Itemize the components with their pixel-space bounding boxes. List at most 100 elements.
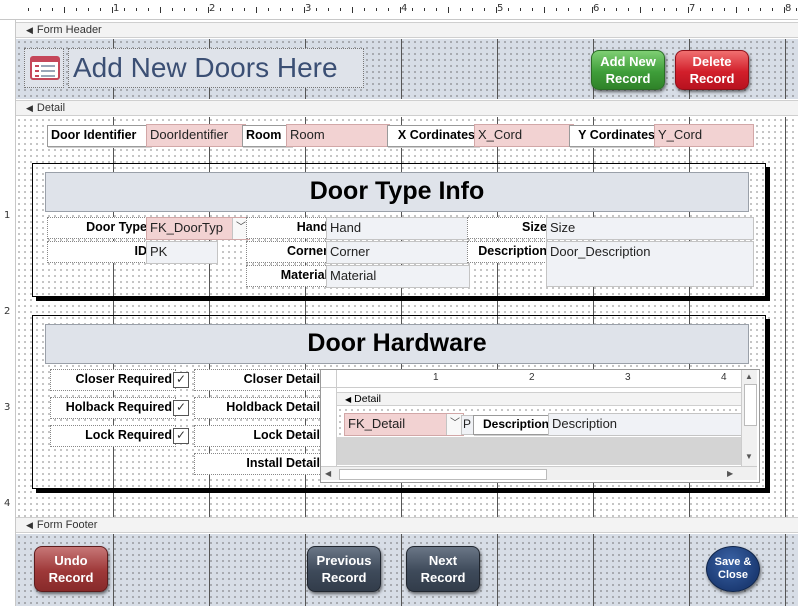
subform-detail-bar[interactable]: ◀ Detail <box>337 392 741 406</box>
scroll-right-icon[interactable]: ▶ <box>727 467 733 480</box>
ruler-tick <box>328 8 329 11</box>
ruler-tick <box>244 8 245 11</box>
ruler-tick <box>280 8 281 11</box>
door-description-field[interactable]: Door_Description <box>546 241 754 287</box>
ruler-tick <box>64 7 65 13</box>
section-grip-icon: ◀ <box>26 25 33 35</box>
scrollbar-thumb[interactable] <box>339 469 547 480</box>
ruler-label: 4 <box>401 3 408 14</box>
door-type-label: Door Type <box>47 217 151 239</box>
scrollbar-thumb[interactable] <box>744 384 757 426</box>
ruler-tick <box>376 8 377 11</box>
ruler-tick <box>136 8 137 11</box>
ruler-label: 3 <box>305 3 312 14</box>
subform-ruler: 1 2 3 4 <box>337 370 741 388</box>
id-field[interactable]: PK <box>146 241 218 264</box>
ruler-tick <box>712 8 713 11</box>
subform-selector[interactable] <box>321 370 337 388</box>
fk-detail-combo[interactable]: FK_Detail ﹀ <box>344 413 464 436</box>
next-record-button[interactable]: Next Record <box>406 546 480 592</box>
holdback-required-checkbox[interactable]: ✓ <box>173 400 189 416</box>
ruler-label: 8 <box>785 3 792 14</box>
x-coordinates-field[interactable]: X_Cord <box>474 124 574 147</box>
corner-label: Corner <box>246 241 332 263</box>
ruler-tick <box>412 8 413 11</box>
ruler-tick <box>772 8 773 11</box>
corner-field[interactable]: Corner <box>326 241 470 264</box>
ruler-label: 3 <box>625 372 631 383</box>
ruler-tick <box>160 7 161 13</box>
size-field[interactable]: Size <box>546 217 754 240</box>
ruler-label: 7 <box>689 3 696 14</box>
ruler-tick <box>256 7 257 13</box>
previous-record-button[interactable]: Previous Record <box>307 546 381 592</box>
room-label: Room <box>242 125 292 147</box>
ruler-tick <box>40 8 41 11</box>
ruler-tick <box>196 8 197 11</box>
add-new-record-button[interactable]: Add New Record <box>591 50 665 90</box>
ruler-tick <box>448 7 449 13</box>
ruler-tick <box>460 8 461 11</box>
scroll-left-icon[interactable]: ◀ <box>325 467 331 480</box>
ruler-label: 1 <box>433 372 439 383</box>
ruler-label: 4 <box>721 372 727 383</box>
ruler-tick <box>616 8 617 11</box>
ruler-tick <box>124 8 125 11</box>
form-title: Add New Doors Here <box>68 48 364 88</box>
ruler-tick <box>604 8 605 11</box>
ruler-tick <box>148 8 149 11</box>
ruler-tick <box>88 8 89 11</box>
ruler-tick <box>664 8 665 11</box>
ruler-tick <box>760 8 761 11</box>
ruler-tick <box>220 8 221 11</box>
form-icon-frame <box>24 48 64 88</box>
delete-record-button[interactable]: Delete Record <box>675 50 749 90</box>
door-identifier-field[interactable]: DoorIdentifier <box>146 124 246 147</box>
hand-field[interactable]: Hand <box>326 217 470 240</box>
section-title: Detail <box>36 102 66 114</box>
ruler-tick <box>100 8 101 11</box>
ruler-label: 5 <box>497 3 504 14</box>
material-field[interactable]: Material <box>326 265 470 288</box>
description-label: Description <box>467 241 551 263</box>
vertical-scrollbar[interactable]: ▲ ▼ <box>741 370 757 466</box>
ruler-label: 2 <box>529 372 535 383</box>
lock-required-checkbox[interactable]: ✓ <box>173 428 189 444</box>
ruler-tick <box>268 8 269 11</box>
ruler-tick <box>52 8 53 11</box>
scroll-down-icon[interactable]: ▼ <box>745 452 753 461</box>
save-close-button[interactable]: Save & Close <box>706 546 760 592</box>
lock-detail-label: Lock Detail <box>194 425 324 447</box>
ruler-tick <box>532 8 533 11</box>
ruler-tick <box>628 8 629 11</box>
ruler-tick <box>352 7 353 13</box>
ruler-label: 1 <box>4 210 11 221</box>
hand-label: Hand <box>246 217 332 239</box>
size-label: Size <box>467 217 551 239</box>
ruler-tick <box>172 8 173 11</box>
horizontal-ruler: 1 2 3 4 5 6 7 8 <box>0 0 798 20</box>
y-coordinates-field[interactable]: Y_Cord <box>654 124 754 147</box>
hardware-subform[interactable]: 1 2 3 4 ◀ Detail FK_Detail ﹀ P Descriptio… <box>320 369 760 483</box>
ruler-tick <box>424 8 425 11</box>
subform-description-label: Description <box>473 415 553 435</box>
ruler-tick <box>736 7 737 13</box>
door-type-banner: Door Type Info <box>45 172 749 212</box>
lock-required-label: Lock Required <box>50 425 176 447</box>
fk-detail-value: FK_Detail <box>348 416 406 431</box>
detail-section-bar[interactable]: ◀ Detail <box>16 100 798 116</box>
y-coordinates-label: Y Cordinates <box>569 125 659 147</box>
ruler-tick <box>232 8 233 11</box>
subform-description-field[interactable]: Description <box>548 413 750 436</box>
form-footer-bar[interactable]: ◀ Form Footer <box>16 517 798 533</box>
ruler-tick <box>508 8 509 11</box>
form-header-bar[interactable]: ◀ Form Header <box>16 22 798 38</box>
horizontal-scrollbar[interactable]: ◀ ▶ <box>321 466 757 480</box>
scroll-up-icon[interactable]: ▲ <box>745 372 753 381</box>
undo-record-button[interactable]: Undo Record <box>34 546 108 592</box>
ruler-tick <box>388 8 389 11</box>
room-field[interactable]: Room <box>286 124 390 147</box>
ruler-tick <box>520 8 521 11</box>
closer-required-checkbox[interactable]: ✓ <box>173 372 189 388</box>
door-type-combo[interactable]: FK_DoorTyp ﹀ <box>146 217 250 240</box>
